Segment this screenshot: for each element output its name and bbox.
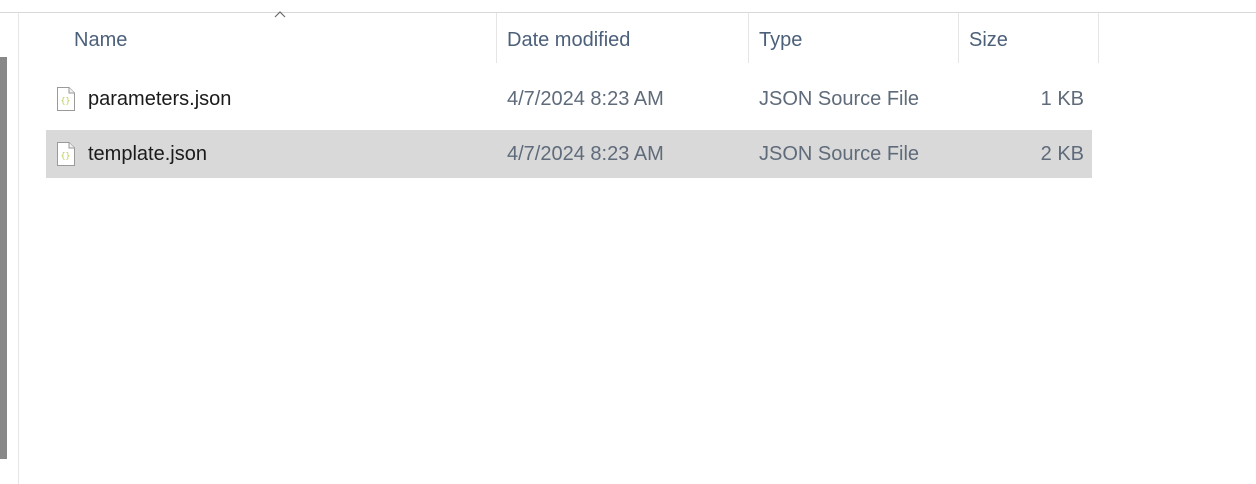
file-size: 2 KB (1040, 143, 1084, 165)
file-explorer-details-view: Name Date modified Type Size {} paramete… (0, 0, 1256, 484)
json-file-icon: {} (57, 87, 75, 111)
file-name: parameters.json (88, 88, 232, 110)
file-size: 1 KB (1040, 88, 1084, 110)
file-date-modified: 4/7/2024 8:23 AM (507, 143, 664, 165)
file-type: JSON Source File (759, 88, 920, 110)
navigation-pane-edge (0, 13, 19, 484)
scrollbar-thumb[interactable] (0, 57, 7, 459)
file-name: template.json (88, 143, 207, 165)
svg-text:{}: {} (61, 151, 71, 160)
column-header-type[interactable]: Type (759, 13, 958, 63)
svg-text:{}: {} (61, 96, 71, 105)
column-header-size[interactable]: Size (969, 13, 1098, 63)
column-header-name[interactable]: Name (74, 13, 496, 63)
file-row-parameters-json[interactable]: {} parameters.json 4/7/2024 8:23 AM JSON… (46, 75, 1092, 123)
column-divider[interactable] (1098, 13, 1099, 63)
column-header-row: Name Date modified Type Size (47, 11, 1099, 63)
file-type: JSON Source File (759, 143, 920, 165)
column-divider[interactable] (958, 13, 959, 63)
file-row-template-json[interactable]: {} template.json 4/7/2024 8:23 AM JSON S… (46, 130, 1092, 178)
column-header-date-modified[interactable]: Date modified (507, 13, 748, 63)
column-divider[interactable] (496, 13, 497, 63)
column-divider[interactable] (748, 13, 749, 63)
file-date-modified: 4/7/2024 8:23 AM (507, 88, 664, 110)
json-file-icon: {} (57, 142, 75, 166)
